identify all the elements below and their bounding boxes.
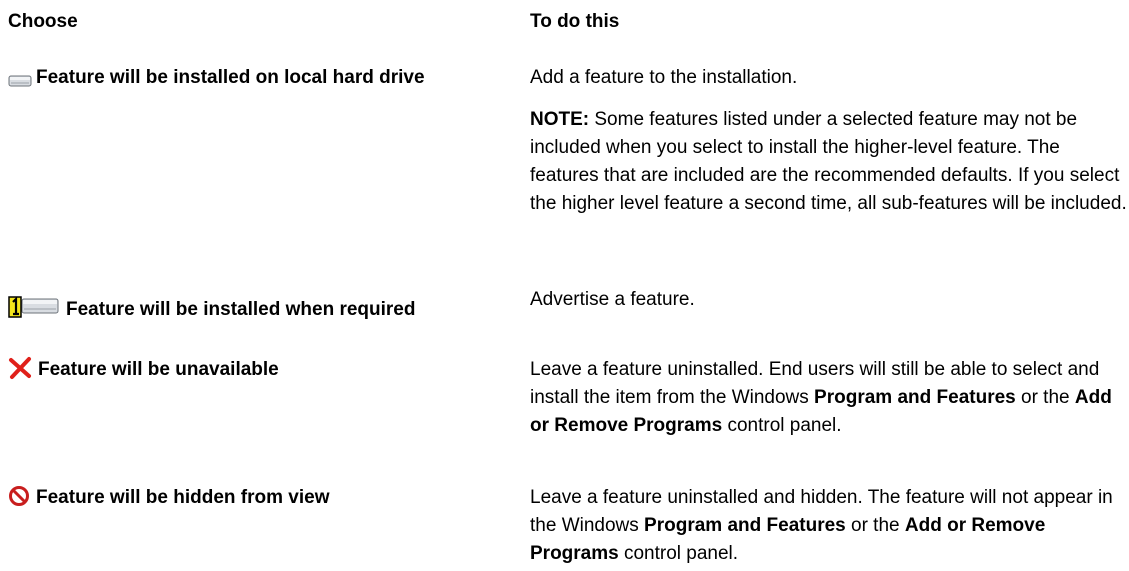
choose-label: Feature will be hidden from view — [36, 487, 330, 508]
choose-label: Feature will be installed when required — [66, 299, 416, 320]
red-x-icon — [8, 356, 32, 380]
column-header-todo: To do this — [530, 11, 620, 32]
hard-drive-icon — [8, 69, 32, 87]
desc-text: Leave a feature uninstalled and hidden. … — [530, 484, 1129, 568]
desc-cell-unavailable: Leave a feature uninstalled. End users w… — [530, 356, 1129, 440]
desc-text: Advertise a feature. — [530, 289, 695, 310]
desc-cell-when-required: Advertise a feature. — [530, 286, 1129, 314]
column-header-choose: Choose — [8, 11, 78, 32]
advertise-drive-icon — [8, 295, 60, 319]
desc-part: or the — [1015, 387, 1075, 408]
desc-part: control panel. — [618, 543, 739, 564]
program-and-features-label: Program and Features — [644, 515, 846, 536]
choose-cell-when-required: Feature will be installed when required — [8, 296, 508, 324]
choose-cell-hidden: Feature will be hidden from view — [8, 484, 508, 512]
desc-cell-hidden: Leave a feature uninstalled and hidden. … — [530, 484, 1129, 568]
desc-part: control panel. — [722, 415, 842, 436]
desc-cell-local-drive: Add a feature to the installation. NOTE:… — [530, 64, 1129, 218]
note-text: Some features listed under a selected fe… — [530, 109, 1127, 214]
desc-text: Leave a feature uninstalled. End users w… — [530, 356, 1129, 440]
choose-label: Feature will be installed on local hard … — [36, 67, 425, 88]
desc-part: or the — [845, 515, 905, 536]
feature-options-table: Choose To do this Feature will be instal… — [0, 0, 1129, 571]
choose-cell-local-drive: Feature will be installed on local hard … — [8, 64, 508, 92]
program-and-features-label: Program and Features — [814, 387, 1016, 408]
note-label: NOTE: — [530, 109, 590, 130]
choose-cell-unavailable: Feature will be unavailable — [8, 356, 508, 384]
choose-label: Feature will be unavailable — [38, 359, 279, 380]
desc-text: Add a feature to the installation. — [530, 67, 798, 88]
hidden-icon — [8, 485, 30, 507]
note-paragraph: NOTE: Some features listed under a selec… — [530, 106, 1129, 218]
